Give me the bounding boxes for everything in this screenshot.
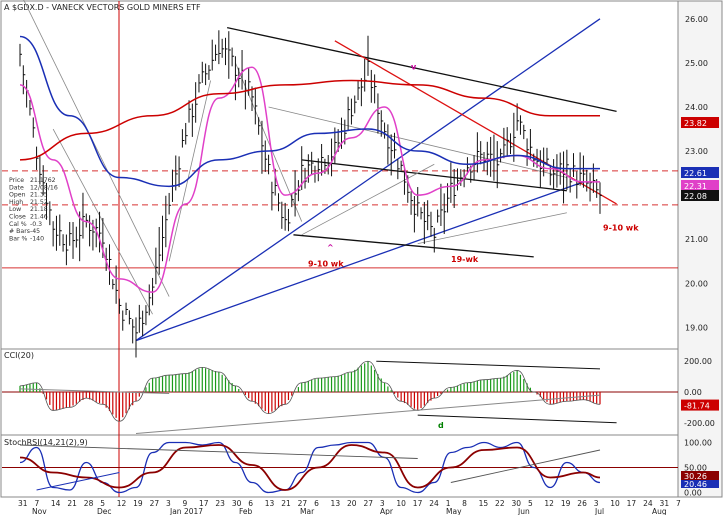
x-axis-tick-label: 19 xyxy=(133,499,143,508)
x-axis-month-label: Apr xyxy=(380,507,394,515)
cci-title: CCI(20) xyxy=(4,351,34,360)
price-axis-tick-label: 24.00 xyxy=(685,103,708,112)
x-axis-tick-label: 17 xyxy=(413,499,423,508)
x-axis-month-label: Jun xyxy=(517,507,530,515)
info-box-value: 12/08/16 xyxy=(30,184,58,191)
cci-annotation: d xyxy=(438,421,444,430)
x-axis-tick-label: 31 xyxy=(18,499,28,508)
x-axis-month-label: May xyxy=(446,507,462,515)
info-box-value: 21.18 xyxy=(30,206,48,213)
stochrsi-axis-tick-label: 0.00 xyxy=(684,489,702,498)
x-axis-month-label: Jan 2017 xyxy=(169,507,203,515)
x-axis-tick-label: 26 xyxy=(577,499,587,508)
x-axis-month-label: Feb xyxy=(239,507,253,515)
x-axis-tick-label: 12 xyxy=(544,499,554,508)
x-axis-month-label: Nov xyxy=(32,507,47,515)
last-value-label: 22.61 xyxy=(684,169,707,178)
x-axis-tick-label: 28 xyxy=(84,499,94,508)
x-axis-tick-label: 19 xyxy=(561,499,571,508)
x-axis-tick-label: 24 xyxy=(429,499,439,508)
info-box-value: -140 xyxy=(30,235,44,242)
price-axis-tick-label: 20.00 xyxy=(685,279,708,288)
stochrsi-last-value-label: 20.46 xyxy=(684,480,707,489)
cci-axis-tick-label: 200.00 xyxy=(684,357,712,366)
x-axis-tick-label: 23 xyxy=(215,499,225,508)
price-axis-tick-label: 19.00 xyxy=(685,323,708,332)
x-axis-tick-label: 14 xyxy=(51,499,61,508)
x-axis-tick-label: 22 xyxy=(495,499,505,508)
info-box-value: -0.3 xyxy=(30,221,42,228)
x-axis-tick-label: 13 xyxy=(265,499,275,508)
x-axis-tick-label: 6 xyxy=(314,499,319,508)
x-axis-tick-label: 8 xyxy=(462,499,467,508)
info-box-value: 21.35 xyxy=(30,192,48,199)
x-axis-tick-label: 12 xyxy=(117,499,127,508)
price-axis-tick-label: 23.00 xyxy=(685,147,708,156)
price-axis-tick-label: 26.00 xyxy=(685,15,708,24)
info-box-value: -45 xyxy=(30,228,40,235)
x-axis-month-label: Dec xyxy=(97,507,112,515)
x-axis-tick-label: 27 xyxy=(363,499,373,508)
price-chart-title: $GDX.D - VANECK VECTORS GOLD MINERS ETF xyxy=(12,3,201,12)
cci-last-value-label: -81.74 xyxy=(684,402,710,411)
chart-canvas: A $GDX.D - VANECK VECTORS GOLD MINERS ET… xyxy=(0,0,723,515)
info-box-label: Close xyxy=(9,214,26,221)
x-axis-month-label: Aug xyxy=(652,507,667,515)
stochrsi-axis-tick-label: 100.00 xyxy=(684,439,712,448)
x-axis-tick-label: 21 xyxy=(281,499,291,508)
x-axis-month-label: Jul xyxy=(594,507,604,515)
x-axis-tick-label: 15 xyxy=(479,499,489,508)
x-axis-month-label: Mar xyxy=(300,507,315,515)
x-axis-tick-label: 10 xyxy=(396,499,406,508)
info-box-label: # Bars xyxy=(9,228,30,235)
cci-axis-tick-label: -200.00 xyxy=(684,419,715,428)
stochrsi-last-value-label: 30.26 xyxy=(684,472,707,481)
last-value-label: 22.08 xyxy=(684,192,707,201)
x-axis-tick-label: 27 xyxy=(150,499,160,508)
info-box-label: Date xyxy=(9,184,24,191)
chart-annotation: v xyxy=(411,63,417,72)
last-value-label: 23.82 xyxy=(684,119,707,128)
x-axis-tick-label: 20 xyxy=(347,499,357,508)
info-box-label: Open xyxy=(9,192,26,199)
cci-axis-tick-label: 0.00 xyxy=(684,388,702,397)
chart-annotation: 9-10 wk xyxy=(603,223,639,232)
x-axis-tick-label: 13 xyxy=(331,499,341,508)
last-value-label: 22.31 xyxy=(684,182,707,191)
chart-annotation: 19-wk xyxy=(451,255,479,264)
price-chart-title-prefix: A xyxy=(4,3,10,12)
x-axis-tick-label: 10 xyxy=(610,499,620,508)
price-axis-tick-label: 25.00 xyxy=(685,59,708,68)
x-axis-tick-label: 7 xyxy=(676,499,681,508)
price-axis-tick-label: 21.00 xyxy=(685,235,708,244)
chart-annotation: 9-10 wk xyxy=(308,260,344,269)
chart-annotation: ^ xyxy=(327,243,334,252)
info-box-label: Low xyxy=(9,206,21,213)
x-axis-tick-label: 21 xyxy=(67,499,77,508)
info-box-label: Price xyxy=(9,177,24,184)
x-axis-tick-label: 17 xyxy=(627,499,637,508)
info-box-value: 21.46 xyxy=(30,214,48,221)
info-box-label: Bar % xyxy=(9,235,28,242)
info-box-label: Cal % xyxy=(9,221,27,228)
